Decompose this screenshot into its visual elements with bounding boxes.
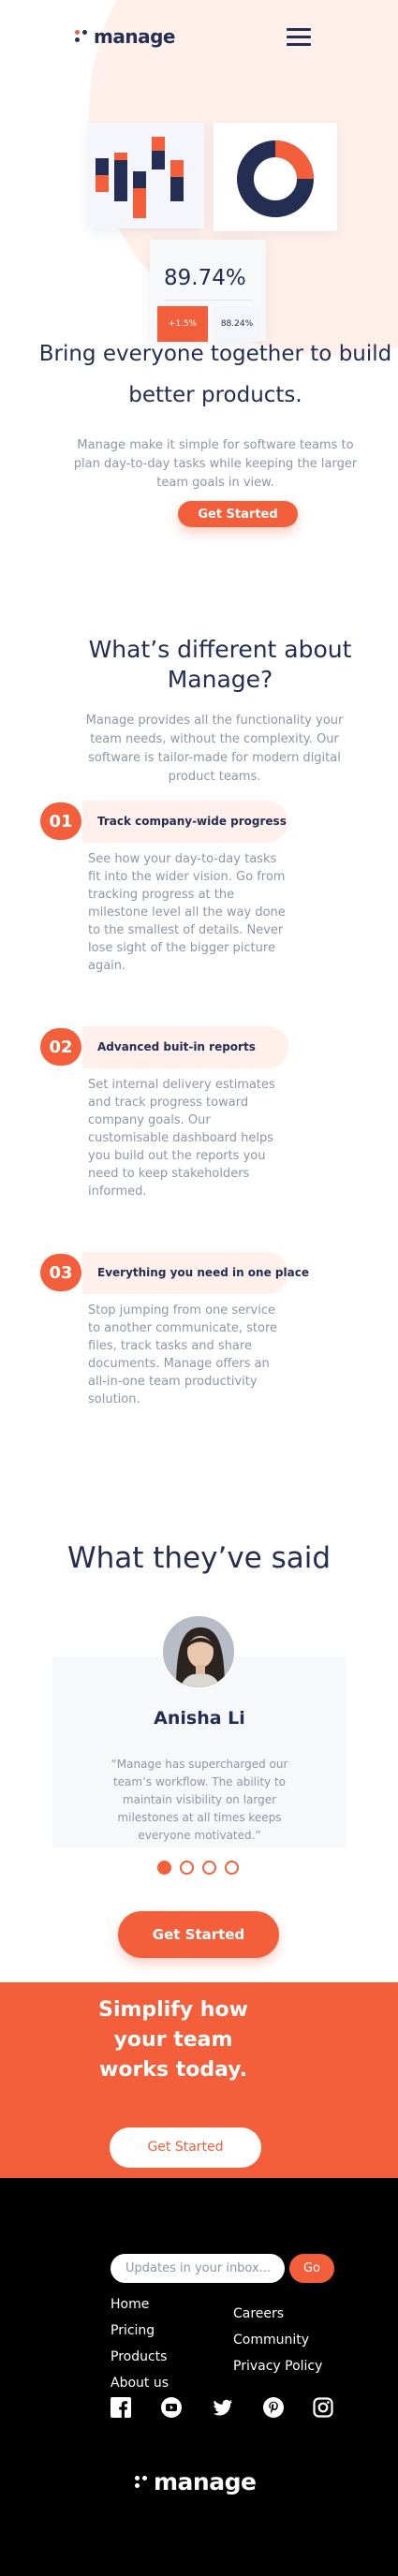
chart-bar <box>114 153 127 160</box>
testimonial-quote: “Manage has supercharged our team’s work… <box>111 1758 288 1842</box>
footer-link-home[interactable]: Home <box>111 2297 149 2312</box>
footer-link-careers[interactable]: Careers <box>233 2306 284 2321</box>
feature-number: 01 <box>40 802 81 840</box>
cta-title: Simplify how your team works today. <box>98 1998 248 2082</box>
feature-title: Everything you need in one place <box>97 1266 309 1279</box>
carousel-dot[interactable] <box>157 1861 171 1875</box>
header: manage <box>0 0 398 75</box>
stat-value: 89.74% <box>164 266 246 290</box>
logo-dots-icon <box>135 2475 148 2489</box>
chart-bar <box>96 175 109 192</box>
footer: Go Home Pricing Products About us Career… <box>0 2178 398 2576</box>
cta-band: Simplify how your team works today. Get … <box>0 1982 398 2178</box>
stat-divider <box>164 300 253 301</box>
landing-page: manage 89.74% +1.5% 88.24% Bring everyon… <box>0 0 398 2576</box>
feature-item: 01 Track company-wide progress See how y… <box>0 801 398 973</box>
footer-link-pricing[interactable]: Pricing <box>111 2323 155 2338</box>
donut-chart <box>237 140 314 217</box>
carousel-dot[interactable] <box>180 1861 194 1875</box>
chart-bar <box>170 177 184 201</box>
logo-text: manage <box>94 25 175 48</box>
carousel-dot[interactable] <box>202 1861 216 1875</box>
newsletter-go-button[interactable]: Go <box>289 2254 334 2283</box>
youtube-icon[interactable] <box>161 2397 182 2418</box>
pinterest-icon[interactable] <box>263 2397 284 2418</box>
footer-link-about-us[interactable]: About us <box>111 2376 169 2391</box>
cta-get-started-button[interactable]: Get Started <box>110 2127 261 2168</box>
footer-link-privacy-policy[interactable]: Privacy Policy <box>233 2359 322 2374</box>
hero-get-started-button[interactable]: Get Started <box>178 501 298 527</box>
instagram-icon[interactable] <box>313 2397 333 2418</box>
feature-item: 03 Everything you need in one place Stop… <box>0 1252 398 1420</box>
chart-bar <box>152 151 165 169</box>
feature-number: 02 <box>40 1028 81 1066</box>
chart-bar <box>114 160 127 201</box>
features-title: What’s different about Manage? <box>88 636 352 693</box>
bar-chart-card <box>88 123 204 228</box>
testimonials-title: What they’ve said <box>66 1541 332 1575</box>
feature-text: Set internal delivery estimates and trac… <box>88 1078 275 1199</box>
chart-bar <box>152 137 165 151</box>
feature-item: 02 Advanced buit-in reports Set internal… <box>0 1026 398 1199</box>
stat-card: 89.74% +1.5% 88.24% <box>150 240 266 342</box>
testimonials-get-started-button[interactable]: Get Started <box>118 1911 279 1958</box>
footer-link-products[interactable]: Products <box>111 2349 167 2364</box>
feature-text: See how your day-to-day tasks fit into t… <box>88 852 286 973</box>
chart-bar <box>133 171 146 188</box>
hero-text: Manage make it simple for software teams… <box>73 438 358 490</box>
feature-title: Advanced buit-in reports <box>97 1040 256 1053</box>
chart-bar <box>96 158 109 175</box>
testimonial-name: Anisha Li <box>154 1708 245 1729</box>
feature-title: Track company-wide progress <box>97 815 287 828</box>
chart-bar <box>170 160 184 177</box>
logo-dots-icon <box>75 30 88 43</box>
carousel-dot[interactable] <box>225 1861 239 1875</box>
features-text: Manage provides all the functionality yo… <box>85 714 344 784</box>
chart-bar <box>133 188 146 218</box>
feature-number: 03 <box>40 1254 81 1291</box>
donut-chart-card <box>214 123 337 231</box>
twitter-icon[interactable] <box>213 2397 233 2418</box>
carousel-dots <box>157 1861 239 1875</box>
facebook-icon[interactable] <box>111 2397 131 2418</box>
hero-title: Bring everyone together to build better … <box>38 342 392 407</box>
header-logo[interactable]: manage <box>75 25 175 48</box>
avatar <box>161 1614 236 1689</box>
newsletter-input[interactable] <box>111 2254 285 2283</box>
hamburger-icon[interactable] <box>287 28 311 47</box>
footer-link-community[interactable]: Community <box>233 2333 309 2348</box>
logo-text: manage <box>154 2468 257 2495</box>
feature-text: Stop jumping from one service to another… <box>88 1303 278 1406</box>
footer-logo[interactable]: manage <box>135 2468 257 2495</box>
